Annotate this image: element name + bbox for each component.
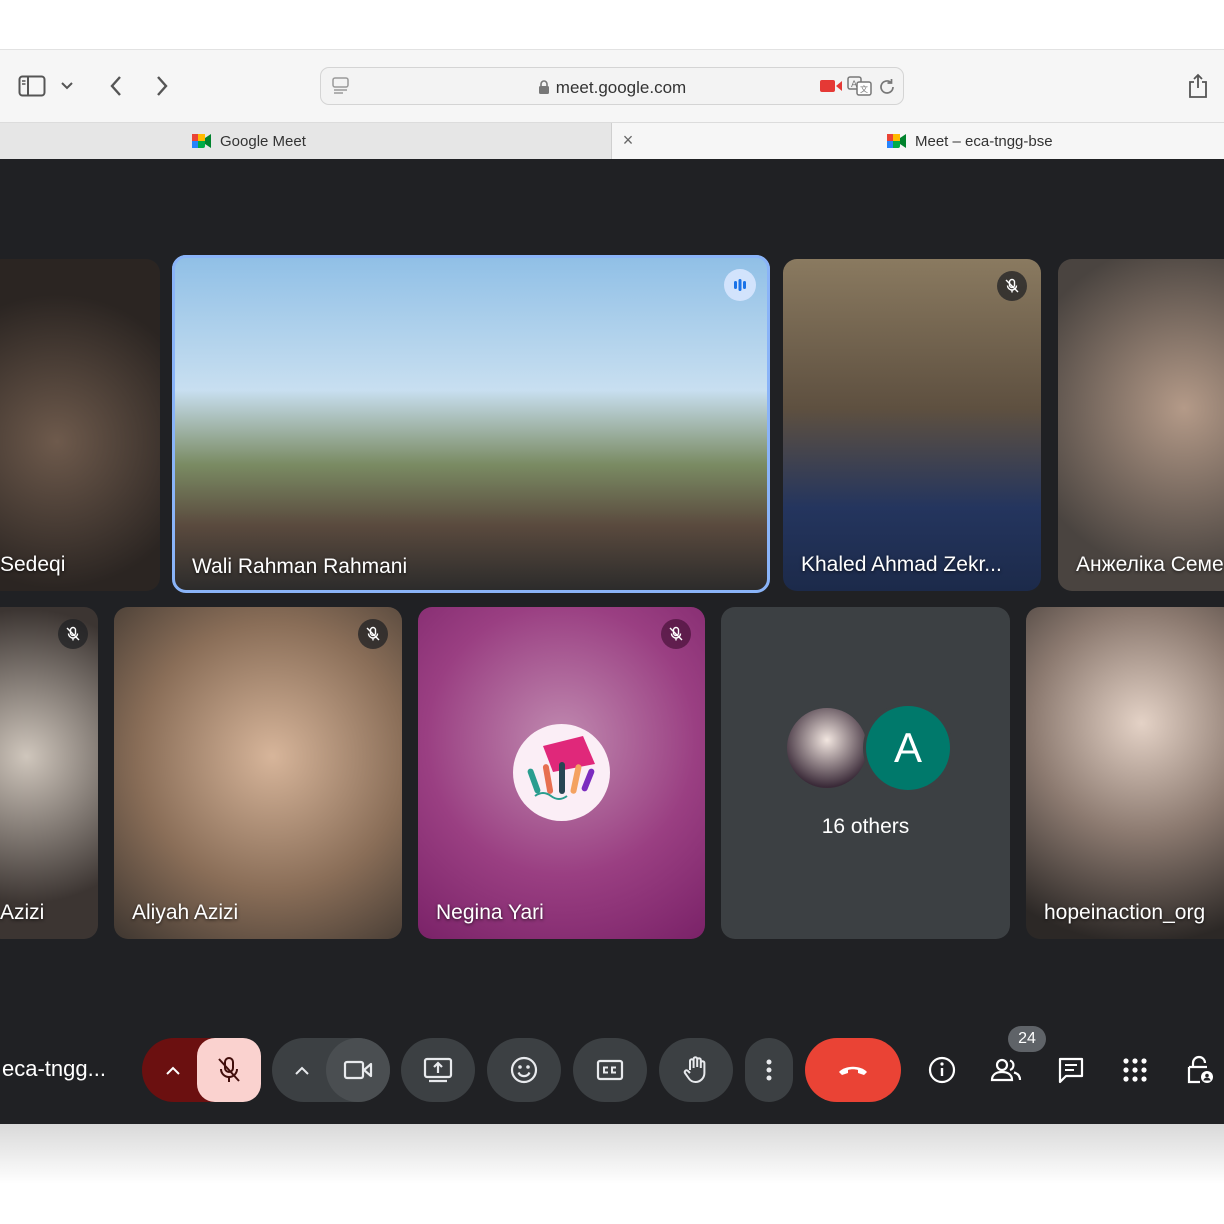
- meeting-code[interactable]: eca-tngg...: [2, 1056, 106, 1082]
- participant-name: Wali Rahman Rahmani: [192, 555, 408, 578]
- speaking-indicator-icon: [724, 269, 756, 301]
- camera-options-button[interactable]: [272, 1038, 332, 1102]
- info-icon: [928, 1056, 956, 1084]
- participant-tile[interactable]: Negina Yari: [418, 607, 705, 939]
- emoji-icon: [510, 1056, 538, 1084]
- end-call-icon: [839, 1066, 867, 1075]
- mic-control-group: [142, 1038, 261, 1102]
- people-icon: [990, 1058, 1022, 1082]
- address-bar[interactable]: meet.google.com A文: [320, 67, 904, 105]
- url-display: meet.google.com: [321, 78, 903, 100]
- meeting-stage: Sedeqi Wali Rahman Rahmani Khaled Ahmad …: [0, 159, 1224, 1124]
- captions-button[interactable]: [573, 1038, 647, 1102]
- leave-call-button[interactable]: [805, 1038, 901, 1102]
- participant-tile[interactable]: Aliyah Azizi: [114, 607, 402, 939]
- browser-toolbar: meet.google.com A文: [0, 50, 1224, 122]
- mic-off-icon: [58, 619, 88, 649]
- reactions-button[interactable]: [487, 1038, 561, 1102]
- participant-name: Negina Yari: [436, 901, 544, 924]
- tab-meet-active[interactable]: Meet – eca-tngg-bse: [887, 133, 1053, 153]
- participant-name: Sedeqi: [0, 553, 66, 576]
- window-bottom-shadow: [0, 1124, 1224, 1224]
- mic-toggle-button[interactable]: [197, 1038, 261, 1102]
- raise-hand-icon: [683, 1056, 706, 1083]
- share-icon[interactable]: [1180, 68, 1216, 104]
- meeting-info-button[interactable]: [924, 1052, 960, 1088]
- chat-icon: [1058, 1057, 1084, 1084]
- host-controls-button[interactable]: [1182, 1052, 1218, 1088]
- avatar: [784, 705, 870, 791]
- raise-hand-button[interactable]: [659, 1038, 733, 1102]
- translate-icon[interactable]: A文: [847, 76, 873, 101]
- more-options-button[interactable]: [745, 1038, 793, 1102]
- meet-icon: [887, 133, 907, 153]
- people-button[interactable]: [988, 1052, 1024, 1088]
- chat-button[interactable]: [1053, 1052, 1089, 1088]
- more-icon: [766, 1059, 772, 1081]
- meeting-controls: eca-tngg... 24: [0, 1026, 1224, 1114]
- participant-tile[interactable]: Sedeqi: [0, 259, 160, 591]
- participant-name: hopeinaction_org: [1044, 901, 1206, 924]
- tab-bar: Google Meet × Meet – eca-tngg-bse: [0, 122, 1224, 160]
- participant-name: Aliyah Azizi: [132, 901, 239, 924]
- participant-tile-speaking[interactable]: Wali Rahman Rahmani: [172, 255, 770, 593]
- sidebar-icon[interactable]: [14, 68, 50, 104]
- avatar-initial: A: [863, 703, 953, 793]
- svg-text:文: 文: [860, 84, 868, 94]
- participant-name: Azizi: [0, 901, 45, 924]
- meet-icon: [192, 133, 212, 153]
- captions-icon: [596, 1059, 624, 1081]
- host-controls-icon: [1187, 1055, 1213, 1084]
- others-count-label: 16 others: [821, 815, 910, 838]
- mic-off-icon: [358, 619, 388, 649]
- svg-text:A: A: [851, 80, 858, 90]
- activities-button[interactable]: [1117, 1052, 1153, 1088]
- mic-off-icon: [218, 1057, 240, 1082]
- camera-toggle-button[interactable]: [326, 1038, 390, 1102]
- present-icon: [423, 1057, 453, 1083]
- tab-google-meet[interactable]: Google Meet: [0, 123, 612, 160]
- chevron-down-icon[interactable]: [52, 68, 82, 104]
- tab-close-icon[interactable]: ×: [618, 130, 638, 150]
- camera-control-group: [272, 1038, 390, 1102]
- participant-tile[interactable]: hopeinaction_org: [1026, 607, 1224, 939]
- participant-tile[interactable]: Анжеліка Семе: [1058, 259, 1224, 591]
- people-count-badge: 24: [1008, 1026, 1046, 1052]
- forward-icon[interactable]: [144, 68, 180, 104]
- reload-icon[interactable]: [877, 77, 897, 102]
- participant-tile[interactable]: Azizi: [0, 607, 98, 939]
- url-text: meet.google.com: [555, 78, 687, 97]
- mic-off-icon: [661, 619, 691, 649]
- lock-icon: [538, 80, 550, 100]
- activities-icon: [1123, 1058, 1147, 1082]
- mic-off-icon: [997, 271, 1027, 301]
- camera-icon: [343, 1060, 373, 1080]
- participant-name: Khaled Ahmad Zekr...: [801, 553, 1002, 576]
- camera-recording-icon[interactable]: [819, 78, 843, 99]
- avatar: [513, 724, 610, 821]
- others-tile[interactable]: A 16 others: [721, 607, 1010, 939]
- window-top-area: [0, 0, 1224, 50]
- mic-options-button[interactable]: [142, 1038, 204, 1102]
- participant-tile[interactable]: Khaled Ahmad Zekr...: [783, 259, 1041, 591]
- back-icon[interactable]: [98, 68, 134, 104]
- present-button[interactable]: [401, 1038, 475, 1102]
- tab-google-meet-title: Google Meet: [192, 133, 306, 153]
- participant-name: Анжеліка Семе: [1076, 553, 1224, 576]
